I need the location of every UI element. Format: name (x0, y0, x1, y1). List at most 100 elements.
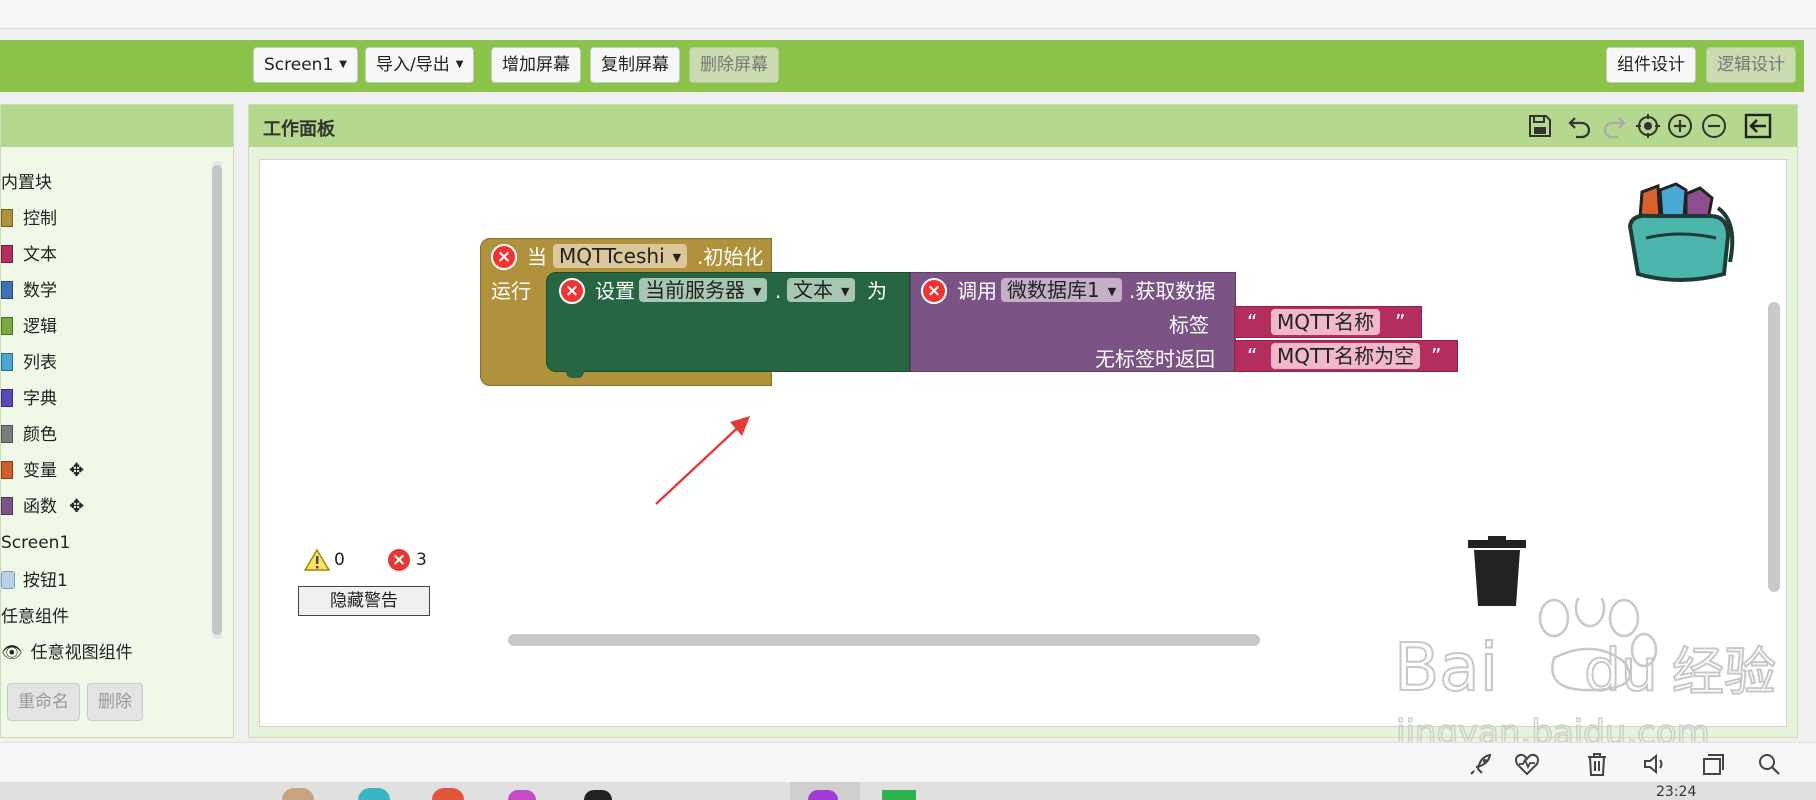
default-value-field[interactable]: MQTT名称为空 (1271, 343, 1421, 369)
call-component-dropdown[interactable]: 微数据库1 ▼ (1001, 278, 1123, 302)
import-export-button[interactable]: 导入/导出 ▼ (365, 47, 475, 83)
math-swatch (1, 281, 13, 299)
palette-item-variables[interactable]: 变量 ✥ (1, 459, 84, 483)
text-block-tag[interactable]: “ MQTT名称 ” (1234, 306, 1422, 338)
redo-icon[interactable] (1599, 111, 1629, 141)
palette-scrollbar[interactable] (212, 161, 222, 639)
palette-item-label: 任意视图组件 (30, 643, 133, 663)
hide-warnings-button[interactable]: 隐藏警告 (298, 586, 430, 616)
eye-icon: 👁 (1, 643, 23, 663)
center-icon[interactable] (1633, 111, 1663, 141)
tag-value-field[interactable]: MQTT名称 (1271, 309, 1381, 335)
blocks-editor-button[interactable]: 逻辑设计 (1706, 47, 1796, 83)
error-count-icon[interactable]: × (386, 547, 412, 573)
exit-fullscreen-icon[interactable] (1743, 111, 1773, 141)
error-icon[interactable]: × (491, 244, 517, 270)
chevron-down-icon: ▼ (1107, 284, 1117, 298)
arg-tag-label: 标签 (1169, 313, 1209, 337)
zoom-in-icon[interactable] (1665, 111, 1695, 141)
call-block-get-value[interactable]: × 调用 微数据库1 ▼ .获取数据 标签 无标签时返回 (910, 272, 1236, 372)
palette-screen-group[interactable]: Screen1 (1, 531, 70, 555)
canvas-horizontal-scrollbar[interactable] (508, 634, 1260, 646)
taskbar-app-icon[interactable] (432, 788, 464, 800)
import-export-label: 导入/导出 (376, 55, 450, 75)
taskbar-app-icon[interactable] (358, 788, 390, 800)
quote-open-label: “ (1247, 344, 1258, 368)
palette-item-button1[interactable]: 按钮1 (1, 569, 68, 593)
designer-button[interactable]: 组件设计 (1606, 47, 1696, 83)
health-icon[interactable] (1514, 751, 1540, 777)
call-label: 调用 (957, 279, 997, 303)
event-name-label: .初始化 (697, 245, 764, 269)
logic-swatch (1, 317, 13, 335)
palette-item-control[interactable]: 控制 (1, 207, 57, 231)
text-block-default[interactable]: “ MQTT名称为空 ” (1234, 340, 1458, 372)
screen-select-button[interactable]: Screen1 ▼ (253, 47, 358, 83)
bottom-status-bar (0, 742, 1816, 783)
palette-item-label: 数学 (23, 281, 57, 301)
palette-item-logic[interactable]: 逻辑 (1, 315, 57, 339)
palette-item-label: 列表 (23, 353, 57, 373)
taskbar-app-icon[interactable] (282, 788, 314, 800)
canvas-vertical-scrollbar[interactable] (1768, 302, 1780, 592)
delete-button[interactable]: 删除 (87, 683, 143, 721)
project-toolbar: Screen1 ▼ 导入/导出 ▼ 增加屏幕 复制屏幕 删除屏幕 组件设计 逻辑设计 (0, 40, 1804, 92)
error-icon[interactable]: × (559, 278, 585, 304)
setter-notch (566, 370, 584, 378)
set-label: 设置 (595, 279, 635, 303)
move-icon: ✥ (69, 496, 85, 517)
backpack-icon[interactable] (1620, 178, 1740, 288)
event-component-text: MQTTceshi (559, 244, 665, 268)
taskbar-app-icon[interactable] (508, 790, 536, 800)
undo-icon[interactable] (1565, 111, 1595, 141)
button-component-icon (1, 571, 15, 589)
palette-item-math[interactable]: 数学 (1, 279, 57, 303)
quote-close-label: ” (1431, 344, 1442, 368)
palette-item-label: 控制 (23, 209, 57, 229)
zoom-out-icon[interactable] (1699, 111, 1729, 141)
chevron-down-icon: ▼ (339, 59, 347, 70)
set-component-text: 当前服务器 (645, 278, 745, 302)
error-icon[interactable]: × (921, 278, 947, 304)
palette-any-component-group[interactable]: 任意组件 (1, 605, 69, 629)
workspace-header: 工作面板 (249, 105, 1797, 147)
palette-item-dictionaries[interactable]: 字典 (1, 387, 57, 411)
blocks-canvas[interactable]: × 当 MQTTceshi ▼ .初始化 运行 × 设置 当前服务器 ▼ . 文本 ▼… (259, 159, 1787, 727)
chevron-down-icon: ▼ (455, 59, 464, 70)
rocket-icon[interactable] (1468, 751, 1494, 777)
add-screen-button[interactable]: 增加屏幕 (491, 47, 581, 83)
delete-icon[interactable] (1584, 751, 1610, 777)
palette-scrollbar-thumb[interactable] (212, 165, 222, 635)
setter-block[interactable]: × 设置 当前服务器 ▼ . 文本 ▼ 为 (546, 272, 910, 372)
rename-button[interactable]: 重命名 (7, 683, 80, 721)
event-do-label: 运行 (491, 279, 531, 303)
taskbar-app-icon[interactable] (808, 790, 838, 800)
search-icon[interactable] (1756, 751, 1782, 777)
speaker-icon[interactable] (1642, 751, 1668, 777)
chevron-down-icon: ▼ (753, 284, 762, 298)
palette-builtin-group[interactable]: 内置块 (1, 171, 52, 195)
palette-item-colors[interactable]: 颜色 (1, 423, 57, 447)
warning-icon[interactable] (304, 548, 330, 572)
delete-screen-button[interactable]: 删除屏幕 (689, 47, 779, 83)
trash-icon[interactable] (1466, 536, 1528, 608)
set-property-dropdown[interactable]: 文本 ▼ (787, 278, 856, 302)
taskbar-app-icon[interactable] (584, 790, 612, 800)
event-when-label: 当 (527, 245, 547, 269)
palette-item-label: 变量 (23, 461, 57, 481)
window-icon[interactable] (1700, 751, 1726, 777)
palette-item-lists[interactable]: 列表 (1, 351, 57, 375)
event-component-dropdown[interactable]: MQTTceshi ▼ (553, 244, 688, 268)
copy-screen-button[interactable]: 复制屏幕 (590, 47, 680, 83)
save-icon[interactable] (1525, 111, 1555, 141)
call-component-text: 微数据库1 (1007, 278, 1100, 302)
palette-item-procedures[interactable]: 函数 ✥ (1, 495, 84, 519)
blocks-palette: 内置块 控制 文本 数学 逻辑 列表 字典 颜色 变量 ✥ 函数 ✥ Screen1… (0, 104, 234, 738)
chevron-down-icon: ▼ (672, 250, 682, 264)
taskbar-app-icon[interactable] (882, 790, 916, 800)
workspace-panel: 工作面板 × 当 MQTTceshi ▼ .初始化 运行 × 设置 当前服务器 … (248, 104, 1798, 738)
palette-item-any-view[interactable]: 👁 任意视图组件 (1, 641, 133, 665)
text-swatch (1, 245, 13, 263)
set-component-dropdown[interactable]: 当前服务器 ▼ (639, 278, 768, 302)
palette-item-text[interactable]: 文本 (1, 243, 57, 267)
